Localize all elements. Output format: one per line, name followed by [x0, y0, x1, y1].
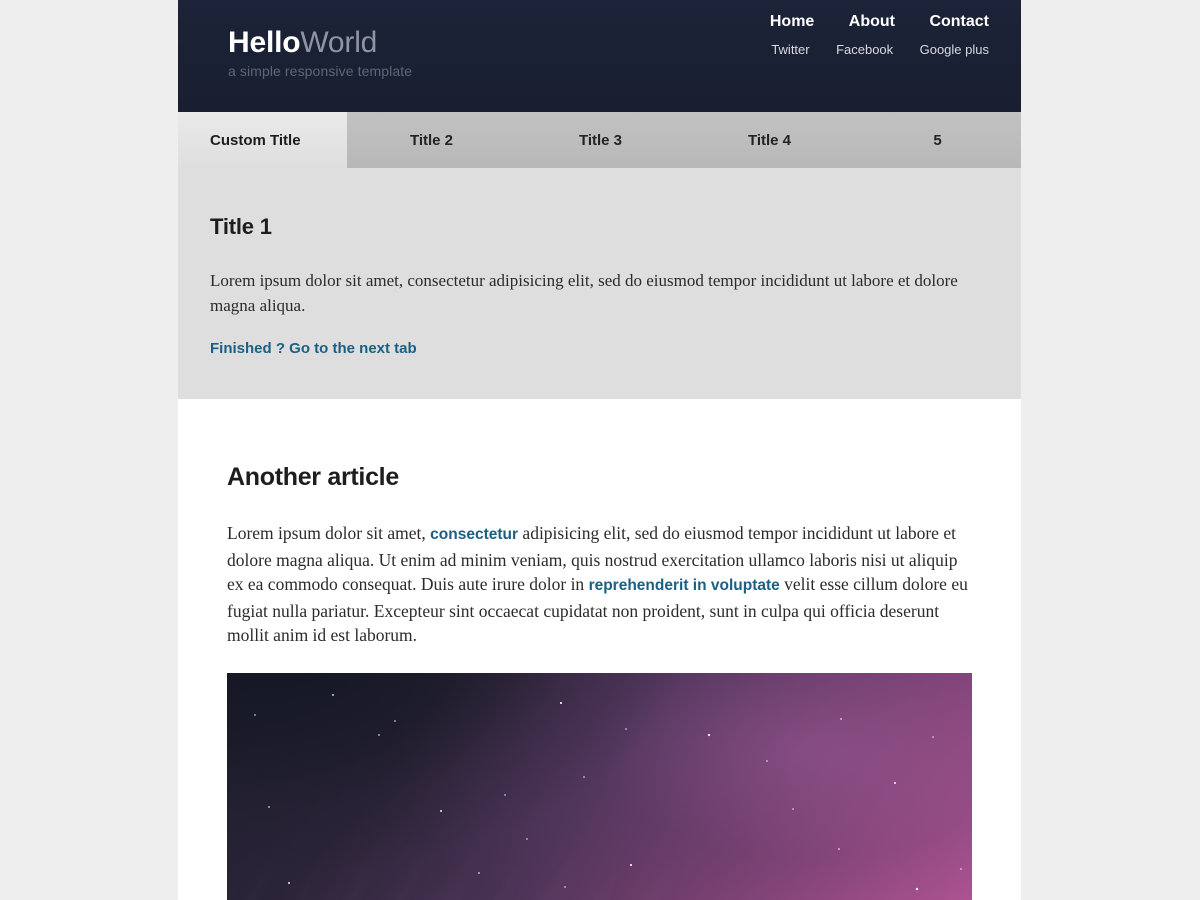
header-navigation: Home About Contact Twitter Facebook Goog… — [770, 13, 989, 59]
logo-light-text: World — [300, 26, 378, 59]
article-image-nebula — [227, 672, 972, 900]
tab-title-3[interactable]: Title 3 — [516, 112, 685, 168]
tab-bar: Custom Title Title 2 Title 3 Title 4 5 — [178, 112, 1021, 168]
site-logo: HelloWorld — [228, 26, 412, 60]
site-header: HelloWorld a simple responsive template … — [178, 0, 1021, 112]
nav-item-home[interactable]: Home — [770, 13, 814, 31]
social-nav: Twitter Facebook Google plus — [770, 41, 989, 59]
logo-strong-text: Hello — [228, 26, 301, 59]
site-tagline: a simple responsive template — [228, 63, 413, 79]
social-link-twitter[interactable]: Twitter — [771, 42, 809, 57]
nav-item-contact[interactable]: Contact — [929, 13, 989, 31]
tab-title-4[interactable]: Title 4 — [685, 112, 854, 168]
article-section: Another article Lorem ipsum dolor sit am… — [178, 399, 1021, 900]
nav-item-about[interactable]: About — [849, 13, 895, 31]
article-link-reprehenderit[interactable]: reprehenderit in voluptate — [589, 577, 780, 594]
social-link-facebook[interactable]: Facebook — [836, 42, 893, 57]
tab-title-2[interactable]: Title 2 — [347, 112, 516, 168]
page-root: HelloWorld a simple responsive template … — [0, 0, 1200, 900]
social-link-google-plus[interactable]: Google plus — [920, 42, 989, 57]
tab-panel-body: Lorem ipsum dolor sit amet, consectetur … — [210, 271, 958, 315]
tab-panel-heading: Title 1 — [210, 214, 272, 239]
nebula-stars-layer — [227, 672, 972, 900]
tab-custom-title[interactable]: Custom Title — [178, 112, 347, 168]
site-container: HelloWorld a simple responsive template … — [178, 0, 1021, 900]
article-link-consectetur[interactable]: consectetur — [430, 526, 518, 543]
logo-block[interactable]: HelloWorld a simple responsive template — [228, 26, 412, 80]
main-nav: Home About Contact — [770, 13, 989, 31]
tab-5[interactable]: 5 — [854, 112, 1021, 168]
next-tab-link[interactable]: Finished ? Go to the next tab — [210, 340, 417, 357]
article-heading: Another article — [227, 463, 399, 491]
article-text-1: Lorem ipsum dolor sit amet, — [227, 523, 431, 543]
article-body: Lorem ipsum dolor sit amet, consectetur … — [227, 521, 972, 648]
article: Another article Lorem ipsum dolor sit am… — [227, 399, 972, 900]
tab-panel: Title 1 Lorem ipsum dolor sit amet, cons… — [178, 168, 1021, 399]
